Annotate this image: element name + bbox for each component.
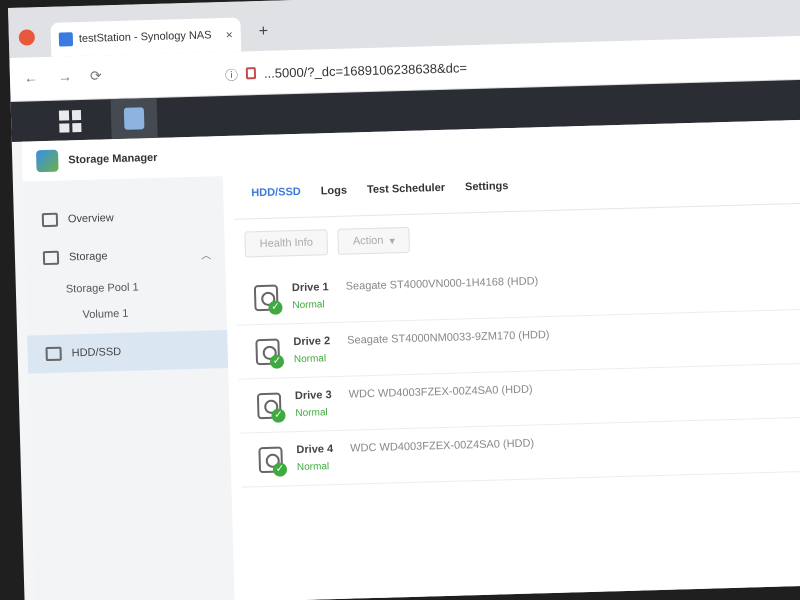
sidebar-item-label: Overview	[67, 212, 114, 226]
tab-settings[interactable]: Settings	[465, 180, 509, 212]
drive-model: Seagate ST4000NM0033-9ZM170 (HDD)	[347, 329, 550, 347]
action-button[interactable]: Action ▾	[337, 226, 411, 255]
window-title: Storage Manager	[68, 151, 158, 167]
synology-favicon-icon	[58, 32, 74, 47]
drive-name: Drive 1	[291, 281, 329, 295]
address-bar[interactable]: ⓘ ...5000/?_dc=1689106238638&dc=	[215, 45, 776, 89]
check-icon: ✓	[269, 353, 285, 369]
sidebar-item-label: HDD/SSD	[71, 345, 122, 360]
storage-manager-taskbar-button[interactable]	[110, 97, 158, 140]
storage-icon	[42, 250, 60, 266]
drive-name: Drive 3	[294, 389, 332, 403]
chevron-up-icon[interactable]: ︿	[201, 246, 211, 261]
browser-tab[interactable]: testStation - Synology NAS ×	[50, 17, 242, 57]
action-label: Action	[352, 234, 384, 248]
drive-model: WDC WD4003FZEX-00Z4SA0 (HDD)	[348, 383, 533, 401]
sidebar: Overview Storage ︿ Storage Pool 1 Volume…	[22, 176, 235, 600]
site-info-icon[interactable]: ⓘ	[225, 64, 239, 83]
storage-manager-window: Storage Manager Overview Storage ︿ Stora…	[21, 119, 800, 600]
tab-test-scheduler[interactable]: Test Scheduler	[367, 182, 446, 215]
main-menu-icon[interactable]	[58, 110, 82, 133]
drive-name: Drive 4	[296, 443, 334, 457]
new-tab-button[interactable]: +	[259, 23, 269, 41]
storage-manager-icon	[123, 107, 145, 130]
drive-name: Drive 2	[293, 335, 331, 349]
check-icon: ✓	[268, 299, 283, 315]
drive-status: Normal	[293, 353, 327, 366]
main-panel: HDD/SSD Logs Test Scheduler Settings Hea…	[232, 159, 800, 600]
drive-status: Normal	[296, 461, 330, 474]
sidebar-item-storage[interactable]: Storage ︿	[24, 234, 225, 278]
drive-model: WDC WD4003FZEX-00Z4SA0 (HDD)	[350, 437, 535, 455]
tab-title: testStation - Synology NAS	[78, 29, 212, 46]
browser-logo-icon	[18, 29, 36, 46]
sidebar-item-overview[interactable]: Overview	[23, 196, 224, 240]
hdd-icon: ✓	[258, 446, 288, 477]
reload-icon[interactable]: ⟳	[90, 67, 102, 84]
hdd-icon: ✓	[255, 338, 285, 369]
sidebar-item-label: Storage Pool 1	[65, 281, 139, 296]
chevron-down-icon: ▾	[389, 234, 396, 247]
hdd-icon: ✓	[256, 392, 286, 423]
check-icon: ✓	[272, 461, 288, 477]
drive-model: Seagate ST4000VN000-1H4168 (HDD)	[345, 275, 539, 293]
health-info-label: Health Info	[259, 236, 314, 251]
insecure-lock-icon[interactable]	[245, 67, 257, 80]
storage-manager-logo-icon	[35, 149, 59, 173]
health-info-button[interactable]: Health Info	[244, 229, 329, 258]
sidebar-item-hdd-ssd[interactable]: HDD/SSD	[27, 330, 229, 374]
hdd-icon: ✓	[253, 284, 283, 315]
sidebar-item-label: Storage	[68, 250, 108, 264]
check-icon: ✓	[271, 407, 286, 423]
url-text: ...5000/?_dc=1689106238638&dc=	[263, 59, 468, 81]
sidebar-item-label: Volume 1	[82, 307, 129, 322]
tab-logs[interactable]: Logs	[321, 185, 348, 217]
tab-hdd-ssd[interactable]: HDD/SSD	[251, 186, 301, 218]
drive-status: Normal	[295, 407, 328, 420]
drive-list: ✓ Drive 1 Seagate ST4000VN000-1H4168 (HD…	[235, 255, 800, 488]
overview-icon	[41, 212, 59, 228]
hdd-icon	[45, 346, 62, 362]
sidebar-item-volume[interactable]: Volume 1	[26, 298, 227, 330]
close-tab-icon[interactable]: ×	[226, 28, 233, 42]
monitor-screen: testStation - Synology NAS × + ← → ⟳ ⓘ .…	[8, 0, 800, 600]
back-icon[interactable]: ←	[24, 69, 38, 85]
forward-icon[interactable]: →	[58, 68, 72, 84]
drive-status: Normal	[292, 299, 325, 312]
